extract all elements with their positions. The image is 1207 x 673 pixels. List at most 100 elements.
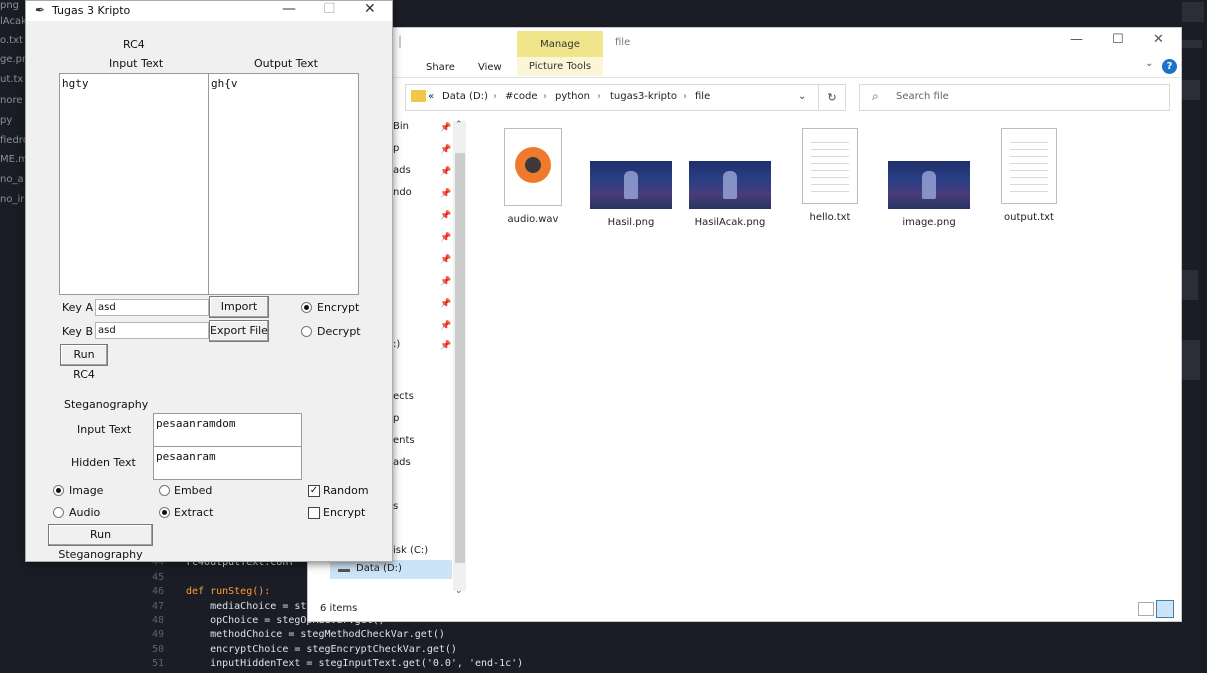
nav-item[interactable]: p	[393, 143, 399, 154]
refresh-icon[interactable]: ↻	[818, 84, 846, 111]
nav-item[interactable]: Bin	[393, 121, 409, 132]
code-line: 51 inputHiddenText = stegInputText.get('…	[151, 658, 524, 669]
chevron-down-icon[interactable]: ⌄	[1145, 58, 1153, 69]
minimize-icon[interactable]: —	[282, 1, 296, 17]
file-name: hello.txt	[809, 212, 851, 223]
scroll-down-icon[interactable]: ⌄	[455, 586, 463, 596]
tab-view[interactable]: View	[478, 62, 502, 73]
random-checkbox-label[interactable]: Random	[323, 484, 369, 497]
run-steganography-button[interactable]: Run Steganography	[48, 524, 153, 561]
encrypt-radio[interactable]	[301, 302, 312, 313]
file-item[interactable]: output.txt	[984, 128, 1074, 223]
decrypt-radio[interactable]	[301, 326, 312, 337]
nav-item[interactable]: :)	[393, 339, 400, 350]
key-b-field[interactable]: asd	[95, 322, 209, 339]
file-name: audio.wav	[507, 214, 559, 225]
steg-hidden-label: Hidden Text	[71, 456, 136, 469]
sidebar-file[interactable]: ME.m	[0, 154, 28, 165]
encrypt-checkbox[interactable]	[308, 507, 320, 519]
text-file-icon	[802, 128, 858, 204]
help-icon[interactable]: ?	[1162, 59, 1177, 74]
code-line: 47 mediaChoice = steg	[151, 601, 319, 612]
nav-scrollbar-thumb[interactable]	[455, 153, 465, 563]
embed-radio[interactable]	[159, 485, 170, 496]
file-item[interactable]: audio.wav	[488, 128, 578, 225]
sidebar-file[interactable]: py	[0, 115, 12, 126]
breadcrumb-item[interactable]: python	[555, 91, 590, 102]
breadcrumb-item[interactable]: tugas3-kripto	[610, 91, 677, 102]
pin-icon: 📌	[440, 341, 452, 351]
audio-radio[interactable]	[53, 507, 64, 518]
code-editor-lower[interactable]: 48 opChoice = stegOpRadVar.get() 49 meth…	[120, 615, 620, 673]
close-icon[interactable]: ✕	[1153, 32, 1164, 47]
details-view-icon[interactable]	[1138, 602, 1154, 616]
tab-share[interactable]: Share	[426, 62, 455, 73]
sidebar-file[interactable]: lAcak	[0, 16, 27, 27]
sidebar-file[interactable]: nore	[0, 95, 23, 106]
file-item[interactable]: Hasil.png	[586, 128, 676, 228]
sidebar-file[interactable]: png	[0, 0, 19, 11]
decrypt-radio-label[interactable]: Decrypt	[317, 325, 361, 338]
steg-input-text[interactable]: pesaanramdom	[153, 413, 302, 447]
import-file-button[interactable]: Import File	[209, 296, 269, 333]
code-line: 45	[151, 572, 164, 583]
nav-item-data-d[interactable]: Data (D:)	[330, 560, 452, 579]
embed-radio-label[interactable]: Embed	[174, 484, 212, 497]
nav-item[interactable]: s	[393, 501, 398, 512]
sidebar-file[interactable]: no_a	[0, 174, 24, 185]
maximize-icon[interactable]: ☐	[323, 1, 336, 17]
file-item[interactable]: HasilAcak.png	[685, 128, 775, 228]
minimap[interactable]	[1180, 0, 1207, 673]
close-icon[interactable]: ✕	[364, 1, 376, 17]
sidebar-file[interactable]: no_ir	[0, 194, 24, 205]
file-name: Hasil.png	[607, 217, 655, 228]
extract-radio-label[interactable]: Extract	[174, 506, 213, 519]
large-icons-view-icon[interactable]	[1156, 600, 1174, 618]
run-rc4-button[interactable]: Run RC4	[60, 344, 108, 381]
nav-item-local-disk[interactable]: isk (C:)	[393, 545, 428, 556]
audio-radio-label[interactable]: Audio	[69, 506, 100, 519]
chevron-right-icon: ›	[543, 91, 547, 102]
random-checkbox[interactable]: ✓	[308, 485, 320, 497]
file-explorer-window: | ne Share View Manage Picture Tools fil…	[307, 27, 1182, 622]
rc4-input-text[interactable]: hgty	[59, 73, 210, 295]
encrypt-radio-label[interactable]: Encrypt	[317, 301, 359, 314]
pin-icon: 📌	[440, 255, 452, 265]
tab-picture-tools[interactable]: Picture Tools	[517, 57, 603, 76]
extract-radio[interactable]	[159, 507, 170, 518]
file-item[interactable]: hello.txt	[785, 128, 875, 223]
nav-item[interactable]: ndo	[393, 187, 412, 198]
breadcrumb-overflow[interactable]: «	[428, 91, 434, 102]
audio-file-icon	[504, 128, 562, 206]
steg-hidden-text[interactable]: pesaanram	[153, 446, 302, 480]
tab-manage[interactable]: Manage	[517, 31, 603, 57]
tugas3-kripto-window: ✒ Tugas 3 Kripto — ☐ ✕ RC4 Input Text Ou…	[25, 0, 393, 562]
key-a-field[interactable]: asd	[95, 299, 209, 316]
breadcrumb-item[interactable]: #code	[505, 91, 538, 102]
nav-item[interactable]: p	[393, 413, 399, 424]
minimize-icon[interactable]: —	[1070, 32, 1083, 47]
view-toggle[interactable]	[1136, 599, 1176, 619]
breadcrumb-item[interactable]: file	[695, 91, 710, 102]
address-bar[interactable]: « Data (D:) › #code › python › tugas3-kr…	[405, 84, 846, 111]
encrypt-checkbox-label[interactable]: Encrypt	[323, 506, 365, 519]
maximize-icon[interactable]: ☐	[1112, 32, 1124, 47]
file-item[interactable]: image.png	[884, 128, 974, 228]
image-thumbnail	[689, 161, 771, 209]
image-radio-label[interactable]: Image	[69, 484, 103, 497]
rc4-output-text[interactable]: gh{v	[208, 73, 359, 295]
export-file-button[interactable]: Export File	[209, 320, 269, 342]
scroll-up-icon[interactable]: ⌃	[455, 120, 463, 130]
nav-item[interactable]: ads	[393, 165, 411, 176]
nav-item[interactable]: ents	[393, 435, 415, 446]
sidebar-file[interactable]: o.txt	[0, 35, 23, 46]
chevron-down-icon[interactable]: ⌄	[798, 91, 806, 102]
sidebar-file[interactable]: ut.tx	[0, 74, 23, 85]
window-title: file	[615, 37, 631, 48]
title-bar[interactable]: ✒ Tugas 3 Kripto — ☐ ✕	[26, 1, 392, 21]
image-radio[interactable]	[53, 485, 64, 496]
nav-item[interactable]: ects	[393, 391, 414, 402]
search-input[interactable]: ⌕ Search file	[859, 84, 1170, 111]
breadcrumb-item[interactable]: Data (D:)	[442, 91, 488, 102]
nav-item[interactable]: ads	[393, 457, 411, 468]
